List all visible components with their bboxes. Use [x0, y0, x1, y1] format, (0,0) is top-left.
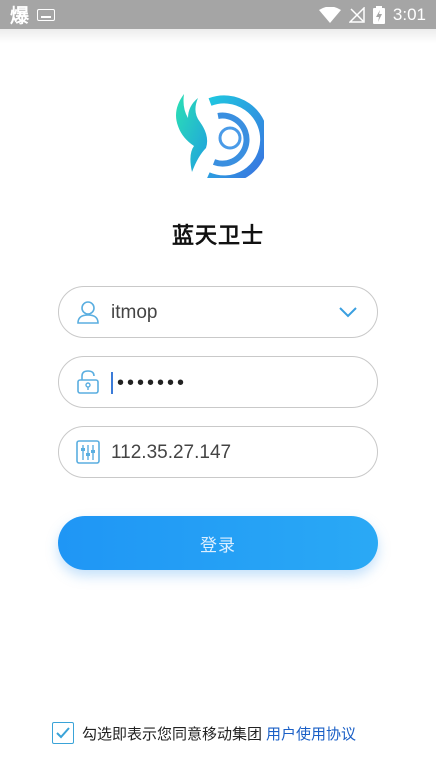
- username-input[interactable]: itmop: [111, 287, 157, 339]
- clock: 3:01: [392, 4, 426, 24]
- text-cursor: [111, 372, 113, 394]
- login-button[interactable]: 登录: [58, 516, 378, 570]
- notification-app-icon: 爆: [10, 5, 30, 27]
- keyboard-icon: [37, 8, 56, 21]
- password-input[interactable]: •••••••: [117, 357, 187, 409]
- app-title: 蓝天卫士: [171, 224, 264, 249]
- server-address-input[interactable]: 112.35.27.147: [111, 427, 231, 479]
- user-icon: [77, 301, 99, 324]
- chevron-down-icon[interactable]: [337, 301, 359, 323]
- server-settings-icon: [76, 440, 100, 464]
- header-shadow: [0, 29, 436, 43]
- status-bar: 爆 3:01: [0, 0, 436, 29]
- battery-charging-icon: [372, 5, 385, 24]
- agreement-row: 勾选即表示您同意移动集团 用户使用协议: [52, 721, 356, 745]
- wifi-icon: [318, 6, 341, 23]
- user-agreement-link[interactable]: 用户使用协议: [266, 723, 356, 744]
- check-icon: [56, 727, 70, 739]
- password-field[interactable]: •••••••: [58, 356, 378, 408]
- app-logo: [176, 94, 264, 178]
- lock-icon: [77, 370, 99, 394]
- server-field[interactable]: 112.35.27.147: [58, 426, 378, 478]
- username-field[interactable]: itmop: [58, 286, 378, 338]
- agreement-checkbox[interactable]: [52, 722, 74, 744]
- agreement-text: 勾选即表示您同意移动集团: [82, 724, 263, 743]
- signal-off-icon: [348, 6, 365, 23]
